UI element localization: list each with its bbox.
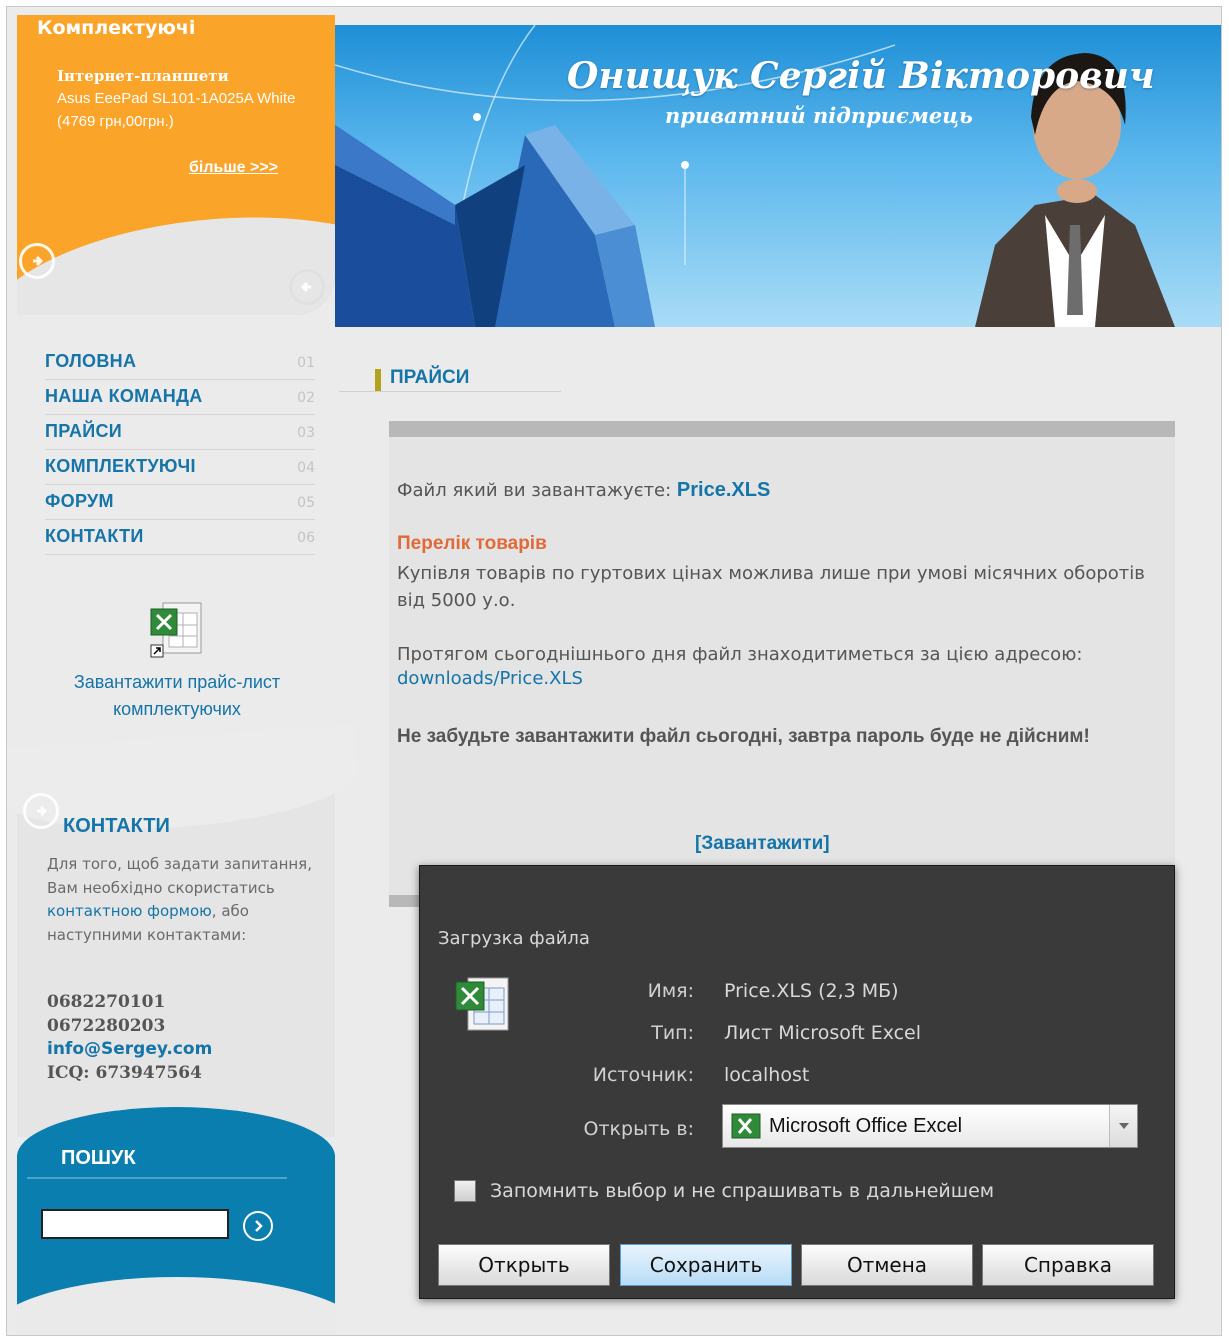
contact-form-link[interactable]: контактною формою: [47, 902, 212, 920]
arrow-right-circle-icon[interactable]: [19, 243, 55, 279]
file-download-dialog: Загрузка файла Имя: Price.XLS (2,3 МБ) Т…: [419, 865, 1175, 1299]
excel-file-icon: [147, 601, 207, 661]
nav-number: 05: [297, 495, 315, 511]
contacts-text: Для того, щоб задати запитання, Вам необ…: [47, 853, 317, 947]
chevron-down-icon[interactable]: [1109, 1105, 1137, 1147]
excel-app-icon: [731, 1113, 761, 1139]
page-title: ПРАЙСИ: [390, 367, 470, 388]
nav-item-forum[interactable]: ФОРУМ 05: [45, 485, 315, 520]
nav-label: ФОРУМ: [45, 491, 114, 511]
section-marker: [375, 369, 381, 391]
address-link[interactable]: downloads/Price.XLS: [397, 668, 583, 689]
help-button[interactable]: Справка: [982, 1244, 1154, 1286]
source-label: Источник:: [592, 1064, 694, 1086]
nav-label: КОМПЛЕКТУЮЧІ: [45, 456, 196, 476]
nav-label: ГОЛОВНА: [45, 351, 137, 371]
banner-subtitle: приватний підприємець: [665, 103, 973, 128]
phone-2: 0672280203: [47, 1015, 166, 1036]
promo-heading: Комплектуючі: [37, 17, 196, 39]
contacts-title: КОНТАКТИ: [63, 815, 170, 837]
file-line: Файл який ви завантажуєте: Price.XLS: [397, 477, 1167, 504]
file-prefix: Файл який ви завантажуєте:: [397, 480, 677, 501]
open-with-label: Открыть в:: [583, 1118, 694, 1140]
main-nav: ГОЛОВНА 01 НАША КОМАНДА 02 ПРАЙСИ 03 КОМПЛЕ…: [45, 345, 315, 555]
arrow-circle-icon: [23, 793, 59, 829]
phone-1: 0682270101: [47, 992, 166, 1012]
content-top-bar: [389, 421, 1175, 437]
icq: ICQ: 673947564: [47, 1062, 202, 1083]
nav-item-components[interactable]: КОМПЛЕКТУЮЧІ 04: [45, 450, 315, 485]
address-text: Протягом сьогоднішнього дня файл знаходи…: [397, 644, 1083, 665]
name-label: Имя:: [647, 980, 694, 1002]
price-list-download[interactable]: Завантажити прайс-лист комплектуючих: [27, 601, 327, 723]
price-list-download-line2: комплектуючих: [113, 699, 241, 719]
promo-text: Asus EeePad SL101-1A025A White (4769 грн…: [57, 90, 296, 130]
nav-number: 03: [297, 425, 315, 441]
source-value: localhost: [724, 1064, 810, 1086]
save-button[interactable]: Сохранить: [620, 1244, 792, 1286]
price-list-download-line1: Завантажити прайс-лист: [73, 672, 281, 692]
nav-number: 04: [297, 460, 315, 476]
nav-item-prices[interactable]: ПРАЙСИ 03: [45, 415, 315, 450]
nav-item-team[interactable]: НАША КОМАНДА 02: [45, 380, 315, 415]
type-label: Тип:: [651, 1022, 694, 1044]
banner-name: Онищук Сергій Вікторович: [567, 55, 1155, 97]
remember-label: Запомнить выбор и не спрашивать в дальне…: [490, 1180, 995, 1202]
content-panel: Файл який ви завантажуєте: Price.XLS Пер…: [389, 421, 1175, 907]
contacts-text-before: Для того, щоб задати запитання, Вам необ…: [47, 855, 312, 897]
promo-title: Інтернет-планшети: [57, 67, 229, 85]
cancel-button[interactable]: Отмена: [801, 1244, 973, 1286]
nav-number: 02: [297, 390, 315, 406]
nav-item-contacts[interactable]: КОНТАКТИ 06: [45, 520, 315, 555]
section-divider: [339, 391, 561, 392]
open-with-value: Microsoft Office Excel: [769, 1114, 963, 1137]
contacts-list: 0682270101 0672280203 info@Sergey.com IC…: [47, 991, 317, 1085]
file-name: Price.XLS: [676, 479, 771, 501]
search-block: ПОШУК: [17, 1107, 335, 1335]
remember-checkbox[interactable]: [454, 1180, 476, 1202]
promo-more-link[interactable]: більше >>>: [189, 159, 278, 177]
price-list-download-text: Завантажити прайс-лист комплектуючих: [27, 669, 327, 723]
search-go-icon[interactable]: [243, 1211, 273, 1241]
page-frame: Комплектуючі Інтернет-планшети Asus EeeP…: [6, 6, 1222, 1336]
nav-number: 06: [297, 530, 315, 546]
promo-block: Комплектуючі Інтернет-планшети Asus EeeP…: [17, 15, 335, 315]
nav-number: 01: [297, 355, 315, 371]
nav-label: ПРАЙСИ: [45, 421, 123, 441]
nav-label: НАША КОМАНДА: [45, 386, 203, 406]
list-text: Купівля товарів по гуртових цінах можлив…: [397, 563, 1145, 611]
dialog-title: Загрузка файла: [438, 928, 590, 949]
header-banner: Онищук Сергій Вікторович приватний підпр…: [335, 25, 1221, 327]
type-value: Лист Microsoft Excel: [724, 1022, 922, 1044]
email-link[interactable]: info@Sergey.com: [47, 1038, 317, 1062]
warning-text: Не забудьте завантажити файл сьогодні, з…: [397, 726, 1090, 747]
name-value: Price.XLS (2,3 МБ): [724, 980, 899, 1002]
nav-item-home[interactable]: ГОЛОВНА 01: [45, 345, 315, 380]
search-input[interactable]: [41, 1209, 229, 1239]
remember-choice[interactable]: Запомнить выбор и не спрашивать в дальне…: [454, 1180, 994, 1202]
download-link[interactable]: [Завантажити]: [695, 833, 830, 855]
nav-label: КОНТАКТИ: [45, 526, 144, 546]
open-button[interactable]: Открыть: [438, 1244, 610, 1286]
search-divider: [27, 1177, 287, 1179]
arrow-left-circle-icon[interactable]: [289, 269, 325, 305]
open-with-select[interactable]: Microsoft Office Excel: [722, 1104, 1138, 1148]
list-title: Перелік товарів: [397, 533, 547, 554]
search-title: ПОШУК: [61, 1147, 136, 1169]
